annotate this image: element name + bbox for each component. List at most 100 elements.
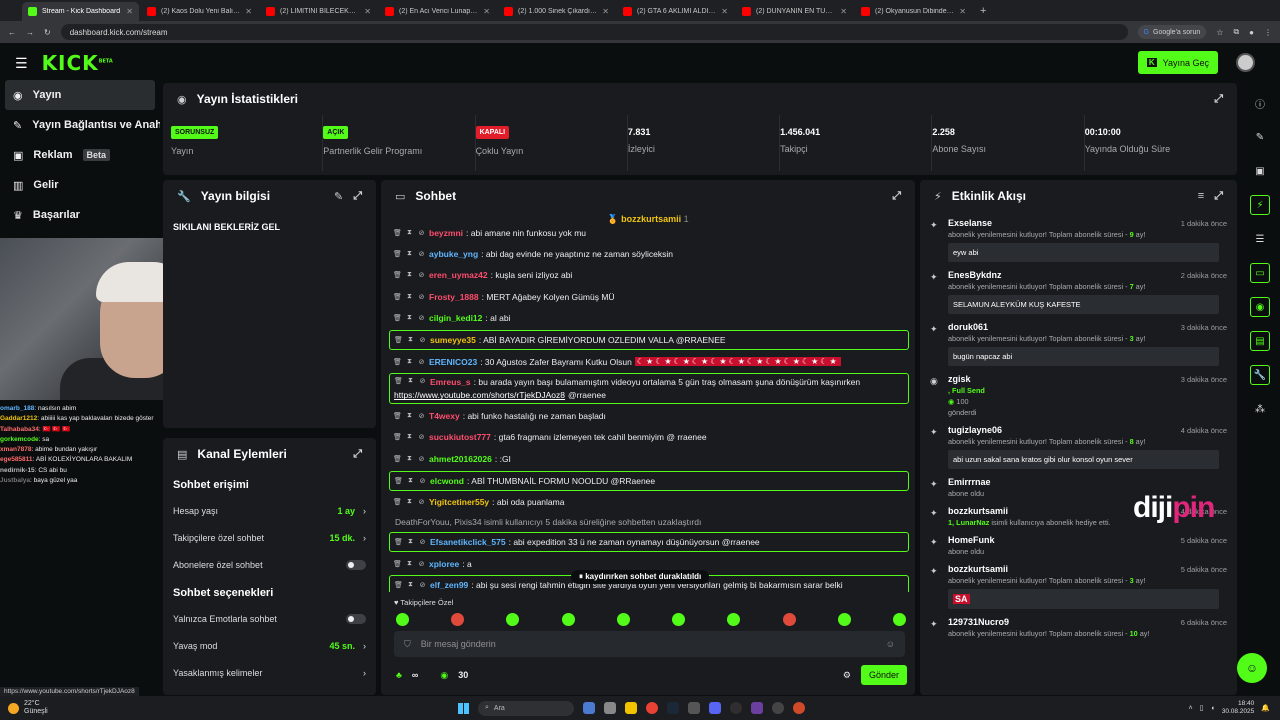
save-icon[interactable]: ▤ <box>1250 331 1270 351</box>
delete-icon[interactable]: 🗑 <box>393 433 402 441</box>
chat-username[interactable]: sumeyye35 <box>430 335 476 345</box>
ban-icon[interactable]: ⊘ <box>418 477 427 485</box>
discord-icon[interactable] <box>709 702 721 714</box>
taskbar-app-icon[interactable] <box>772 702 784 714</box>
ban-icon[interactable]: ⊘ <box>417 412 426 420</box>
chat-username[interactable]: aybuke_yng <box>429 249 478 259</box>
chat-username[interactable]: ERENICO23 <box>429 357 477 367</box>
delete-icon[interactable]: 🗑 <box>394 477 403 485</box>
media-icon[interactable]: ▣ <box>1250 161 1270 181</box>
ban-icon[interactable]: ⊘ <box>417 358 426 366</box>
toggle-switch[interactable] <box>346 559 366 570</box>
browser-tab[interactable]: (2) Okyanusun Dibinde Oksijen ✕ <box>855 2 972 21</box>
chevron-up-icon[interactable]: ˄ <box>1189 705 1193 712</box>
forward-icon[interactable]: → <box>26 28 34 37</box>
delete-icon[interactable]: 🗑 <box>393 250 402 258</box>
bolt-icon[interactable]: ⚡ <box>1250 195 1270 215</box>
ban-icon[interactable]: ⊘ <box>418 581 427 589</box>
emote-icon[interactable] <box>727 613 741 626</box>
info-icon[interactable]: ⓘ <box>1250 93 1270 113</box>
setting-row[interactable]: Takipçilere özel sohbet 15 dk. › <box>163 524 376 551</box>
emoji-icon[interactable]: ☺ <box>886 639 895 649</box>
expand-icon[interactable]: ⤢ <box>1214 190 1223 203</box>
close-icon[interactable]: ✕ <box>245 7 252 16</box>
chat-username[interactable]: ahmet20162026 <box>429 454 492 464</box>
delete-icon[interactable]: 🗑 <box>393 498 402 506</box>
timeout-icon[interactable]: ⧗ <box>405 229 414 237</box>
hamburger-menu-icon[interactable]: ☰ <box>15 55 28 72</box>
browser-tab[interactable]: (2) GTA 6 AKLIMI ALDI! İLK OYN ✕ <box>617 2 734 21</box>
list-icon[interactable]: ☰ <box>1250 229 1270 249</box>
taskbar-app-icon[interactable] <box>604 702 616 714</box>
close-icon[interactable]: ✕ <box>602 7 609 16</box>
windows-start-icon[interactable] <box>458 702 469 714</box>
sidebar-item[interactable]: ♛ Başarılar <box>0 200 160 230</box>
network-icon[interactable]: ▯ <box>1200 704 1204 712</box>
taskbar-app-icon[interactable] <box>751 702 763 714</box>
chat-username[interactable]: Yigitcetiner55y <box>429 497 489 507</box>
delete-icon[interactable]: 🗑 <box>393 358 402 366</box>
expand-icon[interactable]: ⤢ <box>892 190 901 203</box>
ban-icon[interactable]: ⊘ <box>417 498 426 506</box>
weather-widget[interactable]: 22°C Güneşli <box>8 700 458 716</box>
delete-icon[interactable]: 🗑 <box>394 336 403 344</box>
chevron-right-icon[interactable]: › <box>363 533 366 543</box>
emote-icon[interactable] <box>616 613 630 626</box>
chrome-icon[interactable] <box>646 702 658 714</box>
emote-icon[interactable] <box>561 613 575 626</box>
filter-icon[interactable]: ≡ <box>1198 190 1204 202</box>
emote-icon[interactable] <box>396 613 409 626</box>
chat-username[interactable]: cilgin_kedi12 <box>429 313 482 323</box>
address-bar[interactable]: dashboard.kick.com/stream <box>60 24 1128 40</box>
taskbar-app-icon[interactable] <box>625 702 637 714</box>
chat-username[interactable]: xploree <box>429 559 459 569</box>
expand-icon[interactable]: ⤢ <box>353 448 362 461</box>
ban-icon[interactable]: ⊘ <box>418 336 427 344</box>
bookmark-star-icon[interactable]: ☆ <box>1216 28 1223 37</box>
emote-icon[interactable] <box>451 613 465 626</box>
chat-username[interactable]: Efsanetikclick_575 <box>430 537 506 547</box>
ban-icon[interactable]: ⊘ <box>418 538 427 546</box>
emote-icon[interactable] <box>672 613 686 626</box>
delete-icon[interactable]: 🗑 <box>393 293 402 301</box>
steam-icon[interactable] <box>667 702 679 714</box>
chat-username[interactable]: T4wexy <box>429 411 460 421</box>
timeout-icon[interactable]: ⧗ <box>405 314 414 322</box>
wrench-icon[interactable]: 🔧 <box>1250 365 1270 385</box>
taskbar-search[interactable]: ⌕ Ara <box>478 700 574 716</box>
close-icon[interactable]: ✕ <box>721 7 728 16</box>
delete-icon[interactable]: 🗑 <box>393 271 402 279</box>
chevron-right-icon[interactable]: › <box>363 641 366 651</box>
setting-row[interactable]: Abonelere özel sohbet <box>163 551 376 578</box>
new-tab-button[interactable]: + <box>974 5 992 17</box>
share-icon[interactable]: ⁂ <box>1250 399 1270 419</box>
setting-row[interactable]: Yavaş mod 45 sn. › <box>163 632 376 659</box>
close-icon[interactable]: ✕ <box>483 7 490 16</box>
event-user[interactable]: Emirrrnae <box>948 477 1229 487</box>
delete-icon[interactable]: 🗑 <box>394 538 403 546</box>
timeout-icon[interactable]: ⧗ <box>406 477 415 485</box>
chat-username[interactable]: sucukiutost777 <box>429 432 491 442</box>
ban-icon[interactable]: ⊘ <box>417 229 426 237</box>
emote-icon[interactable] <box>837 613 851 626</box>
browser-menu-icon[interactable]: ⋮ <box>1264 28 1272 37</box>
ban-icon[interactable]: ⊘ <box>418 377 427 385</box>
browser-tab[interactable]: Stream - Kick Dashboard ✕ <box>22 2 139 21</box>
ban-icon[interactable]: ⊘ <box>417 293 426 301</box>
taskbar-app-icon[interactable] <box>793 702 805 714</box>
timeout-icon[interactable]: ⧗ <box>405 271 414 279</box>
notification-icon[interactable]: 🔔 <box>1261 704 1270 712</box>
delete-icon[interactable]: 🗑 <box>393 412 402 420</box>
timeout-icon[interactable]: ⧗ <box>406 538 415 546</box>
user-avatar[interactable] <box>1236 53 1255 72</box>
expand-icon[interactable]: ⤢ <box>353 190 362 203</box>
edit-icon[interactable]: ✎ <box>334 190 343 203</box>
ban-icon[interactable]: ⊘ <box>417 560 426 568</box>
sidebar-item[interactable]: ◉ Yayın <box>5 80 155 110</box>
emote-icon[interactable] <box>892 613 906 626</box>
browser-tab[interactable]: (2) 1.000 Sinek Çıkardım... Ve K ✕ <box>498 2 615 21</box>
setting-row[interactable]: Hesap yaşı 1 ay › <box>163 497 376 524</box>
volume-icon[interactable]: ◖ <box>1211 705 1215 712</box>
timeout-icon[interactable]: ⧗ <box>405 358 414 366</box>
chat-input[interactable]: ⛉ Bir mesaj gönderin ☺ <box>394 631 905 657</box>
